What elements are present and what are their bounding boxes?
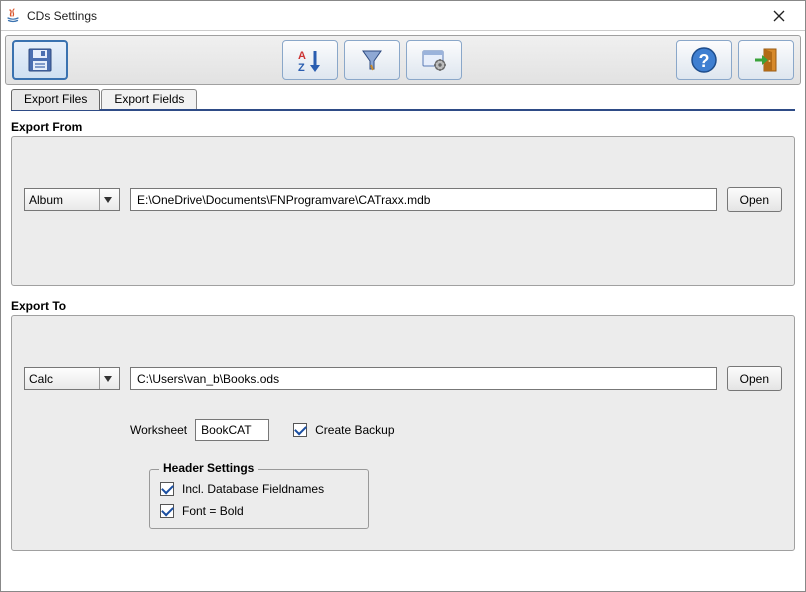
header-settings-title: Header Settings [159,461,258,475]
sort-az-button[interactable]: A Z [282,40,338,80]
tab-label: Export Fields [114,92,184,106]
export-to-panel: Calc Open Worksheet Create Backup Header… [11,315,795,551]
button-label: Open [740,372,769,386]
svg-text:Z: Z [298,62,305,73]
create-backup-checkbox[interactable] [293,423,307,437]
worksheet-label: Worksheet [130,423,187,437]
tab-export-fields[interactable]: Export Fields [101,89,197,109]
svg-text:?: ? [699,51,710,71]
section-title-export-from: Export From [11,120,795,134]
tab-label: Export Files [24,92,87,106]
incl-fieldnames-label: Incl. Database Fieldnames [182,482,324,496]
window-settings-button[interactable] [406,40,462,80]
content: Export From Album Open Export To Calc [1,111,805,561]
section-title-export-to: Export To [11,299,795,313]
combo-value: Calc [29,372,99,386]
header-settings-group: Header Settings Incl. Database Fieldname… [149,469,369,529]
font-bold-label: Font = Bold [182,504,244,518]
button-label: Open [740,193,769,207]
java-icon [5,8,21,24]
export-to-combo[interactable]: Calc [24,367,120,390]
open-from-button[interactable]: Open [727,187,782,212]
export-to-path[interactable] [130,367,717,390]
incl-fieldnames-checkbox[interactable] [160,482,174,496]
export-from-panel: Album Open [11,136,795,286]
export-from-combo[interactable]: Album [24,188,120,211]
window-title: CDs Settings [27,9,757,23]
exit-button[interactable] [738,40,794,80]
font-bold-checkbox[interactable] [160,504,174,518]
open-to-button[interactable]: Open [727,366,782,391]
chevron-down-icon [99,189,115,210]
create-backup-label: Create Backup [315,423,394,437]
svg-text:A: A [298,50,306,62]
export-from-path[interactable] [130,188,717,211]
toolbar: A Z ? [5,35,801,85]
help-button[interactable]: ? [676,40,732,80]
filter-button[interactable] [344,40,400,80]
titlebar: CDs Settings [1,1,805,31]
save-button[interactable] [12,40,68,80]
tab-export-files[interactable]: Export Files [11,89,100,110]
chevron-down-icon [99,368,115,389]
tabs: Export Files Export Fields [11,89,795,111]
close-button[interactable] [757,2,801,30]
combo-value: Album [29,193,99,207]
worksheet-input[interactable] [195,419,269,441]
